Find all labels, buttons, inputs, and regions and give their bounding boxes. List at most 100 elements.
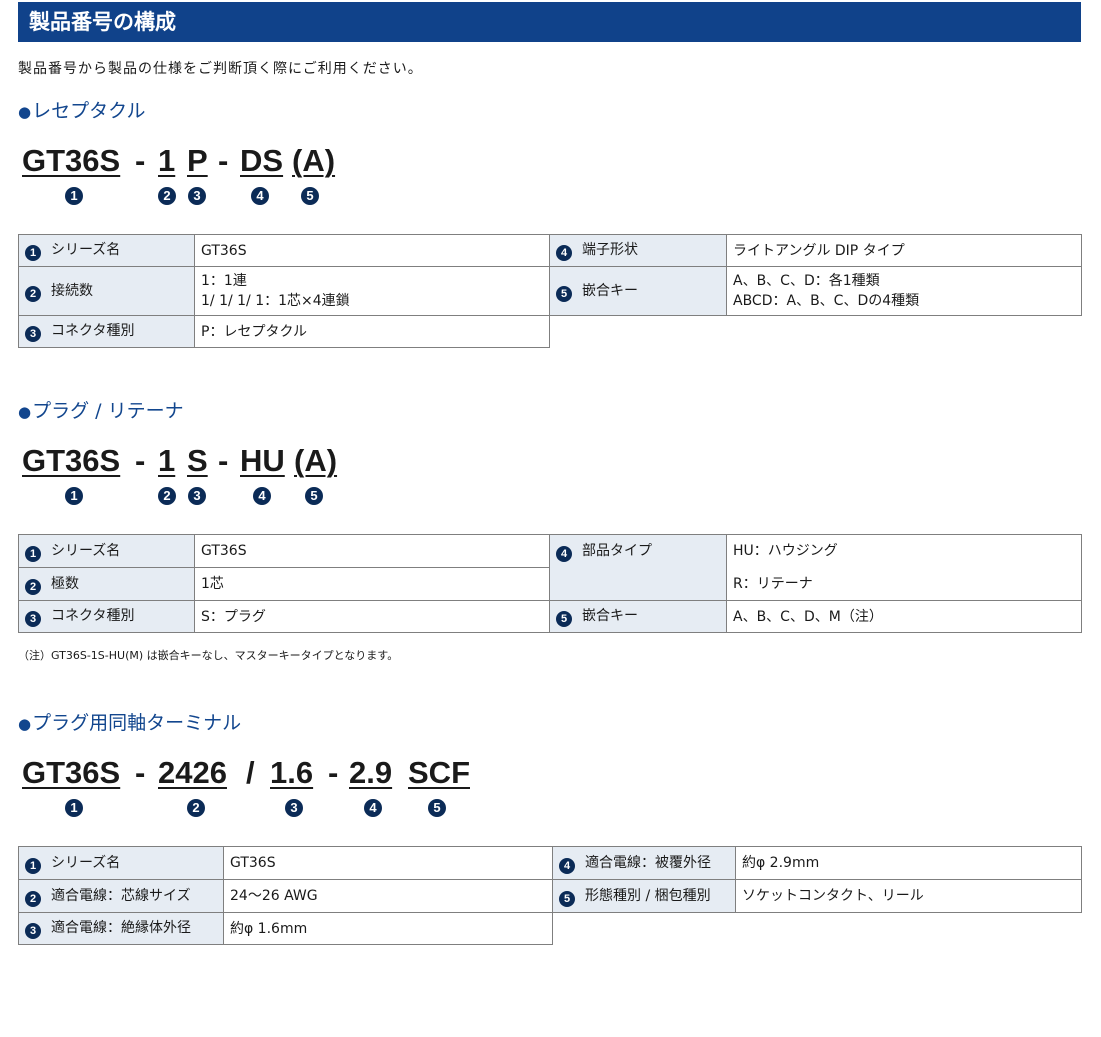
code-segment-4: HU <box>240 443 285 478</box>
number-5-icon: 5 <box>556 285 572 302</box>
spec-value: HU：ハウジング <box>726 534 1082 568</box>
spec-label: 3 コネクタ種別 <box>18 600 195 633</box>
part-number-coaxial-terminal: GT36S - 2426 / 1.6 - 2.9 SCF <box>22 754 482 792</box>
spec-label: 2 極数 <box>18 567 195 601</box>
spec-value: GT36S <box>194 234 550 267</box>
code-segment-3: 1.6 <box>270 755 314 790</box>
spec-value: 約φ 1.6mm <box>223 912 553 945</box>
code-segment-4: DS <box>240 143 284 178</box>
section-heading-receptacle: ●レセプタクル <box>18 100 146 122</box>
number-3-icon: 3 <box>188 187 206 205</box>
code-separator: - <box>328 755 339 790</box>
number-2-icon: 2 <box>25 285 41 302</box>
code-segment-1: GT36S <box>22 143 121 178</box>
code-segment-5: SCF <box>408 755 470 790</box>
bullet-icon: ● <box>18 715 32 733</box>
code-separator: - <box>218 143 229 178</box>
spec-label: 2 適合電線：芯線サイズ <box>18 879 224 913</box>
table-row: 2 適合電線：芯線サイズ 24～26 AWG 5 形態種別 / 梱包種別 ソケットコ… <box>18 879 1082 913</box>
spec-label: 4 部品タイプ <box>549 534 727 601</box>
table-row: 3 コネクタ種別 S：プラグ 5 嵌合キー A、B、C、D、M（注） <box>18 600 1082 633</box>
number-4-icon: 4 <box>364 799 382 817</box>
number-3-icon: 3 <box>188 487 206 505</box>
table-row: 3 適合電線：絶縁体外径 約φ 1.6mm <box>18 912 1082 945</box>
spec-value: A、B、C、D、M（注） <box>726 600 1082 633</box>
spec-value: 約φ 2.9mm <box>735 846 1082 880</box>
spec-label: 3 適合電線：絶縁体外径 <box>18 912 224 945</box>
code-separator: - <box>218 443 229 478</box>
number-1-icon: 1 <box>65 487 83 505</box>
number-2-icon: 2 <box>158 187 176 205</box>
number-1-icon: 1 <box>25 545 41 562</box>
number-3-icon: 3 <box>285 799 303 817</box>
number-5-icon: 5 <box>301 187 319 205</box>
empty-cell <box>550 316 1082 348</box>
bullet-icon: ● <box>18 403 32 421</box>
number-2-icon: 2 <box>25 890 41 907</box>
number-3-icon: 3 <box>25 923 41 939</box>
code-segment-2: 2426 <box>158 755 227 790</box>
code-segment-5: (A) <box>294 443 338 478</box>
number-3-icon: 3 <box>25 326 41 342</box>
number-2-icon: 2 <box>25 578 41 595</box>
number-2-icon: 2 <box>187 799 205 817</box>
page-title: 製品番号の構成 <box>18 2 1081 42</box>
spec-label: 1 シリーズ名 <box>18 846 224 880</box>
spec-value: ソケットコンタクト、リール <box>735 879 1082 913</box>
code-segment-2: 1 <box>158 143 176 178</box>
number-4-icon: 4 <box>251 187 269 205</box>
number-1-icon: 1 <box>65 187 83 205</box>
code-segment-4: 2.9 <box>349 755 393 790</box>
spec-value: ライトアングル DIP タイプ <box>726 234 1082 267</box>
part-number-plug: GT36S - 1 S - HU (A) <box>22 442 362 480</box>
code-segment-2: 1 <box>158 443 176 478</box>
number-1-icon: 1 <box>65 799 83 817</box>
number-2-icon: 2 <box>158 487 176 505</box>
spec-value: R：リテーナ <box>726 567 1082 601</box>
spec-value: GT36S <box>194 534 550 568</box>
spec-label: 4 端子形状 <box>549 234 727 267</box>
table-row: 3 コネクタ種別 P：レセプタクル <box>18 315 1082 348</box>
number-1-icon: 1 <box>25 245 41 261</box>
spec-value: 24～26 AWG <box>223 879 553 913</box>
empty-cell <box>553 913 1082 945</box>
spec-value: 1芯 <box>194 567 550 601</box>
spec-value: 1：1連 1/ 1/ 1/ 1：1芯×4連鎖 <box>194 266 550 316</box>
number-4-icon: 4 <box>556 546 572 562</box>
code-segment-1: GT36S <box>22 755 121 790</box>
number-3-icon: 3 <box>25 611 41 627</box>
code-segment-5: (A) <box>292 143 336 178</box>
spec-label: 1 シリーズ名 <box>18 234 195 267</box>
spec-table-receptacle: 1 シリーズ名 GT36S 4 端子形状 ライトアングル DIP タイプ 2 接続数 … <box>18 234 1082 348</box>
number-5-icon: 5 <box>556 611 572 627</box>
part-number-receptacle: GT36S - 1 P - DS (A) <box>22 142 362 180</box>
spec-label: 3 コネクタ種別 <box>18 315 195 348</box>
code-segment-3: P <box>187 143 208 178</box>
number-5-icon: 5 <box>559 890 575 907</box>
spec-value: P：レセプタクル <box>194 315 550 348</box>
number-5-icon: 5 <box>428 799 446 817</box>
spec-label: 5 形態種別 / 梱包種別 <box>552 879 736 913</box>
spec-label: 5 嵌合キー <box>549 600 727 633</box>
spec-label: 1 シリーズ名 <box>18 534 195 568</box>
spec-label: 4 適合電線：被覆外径 <box>552 846 736 880</box>
table-row: 2 接続数 1：1連 1/ 1/ 1/ 1：1芯×4連鎖 5 嵌合キー A、B、C、D… <box>18 266 1082 316</box>
code-segment-1: GT36S <box>22 443 121 478</box>
spec-value: GT36S <box>223 846 553 880</box>
number-4-icon: 4 <box>253 487 271 505</box>
bullet-icon: ● <box>18 103 32 121</box>
table-row: 1 シリーズ名 GT36S 4 端子形状 ライトアングル DIP タイプ <box>18 234 1082 267</box>
spec-label: 2 接続数 <box>18 266 195 316</box>
section-heading-coaxial-terminal: ●プラグ用同軸ターミナル <box>18 712 242 734</box>
number-4-icon: 4 <box>559 857 575 874</box>
code-separator: - <box>135 143 146 178</box>
spec-table-plug: 1 シリーズ名 GT36S 4 部品タイプ HU：ハウジング 2 極数 1芯 R：リテ… <box>18 534 1082 633</box>
section-heading-plug-retainer: ●プラグ / リテーナ <box>18 400 184 422</box>
number-4-icon: 4 <box>556 245 572 261</box>
code-separator: - <box>135 443 146 478</box>
code-segment-3: S <box>187 443 208 478</box>
code-separator: - <box>135 755 146 790</box>
spec-label: 5 嵌合キー <box>549 266 727 316</box>
number-5-icon: 5 <box>305 487 323 505</box>
spec-value: A、B、C、D：各1種類 ABCD：A、B、C、Dの4種類 <box>726 266 1082 316</box>
